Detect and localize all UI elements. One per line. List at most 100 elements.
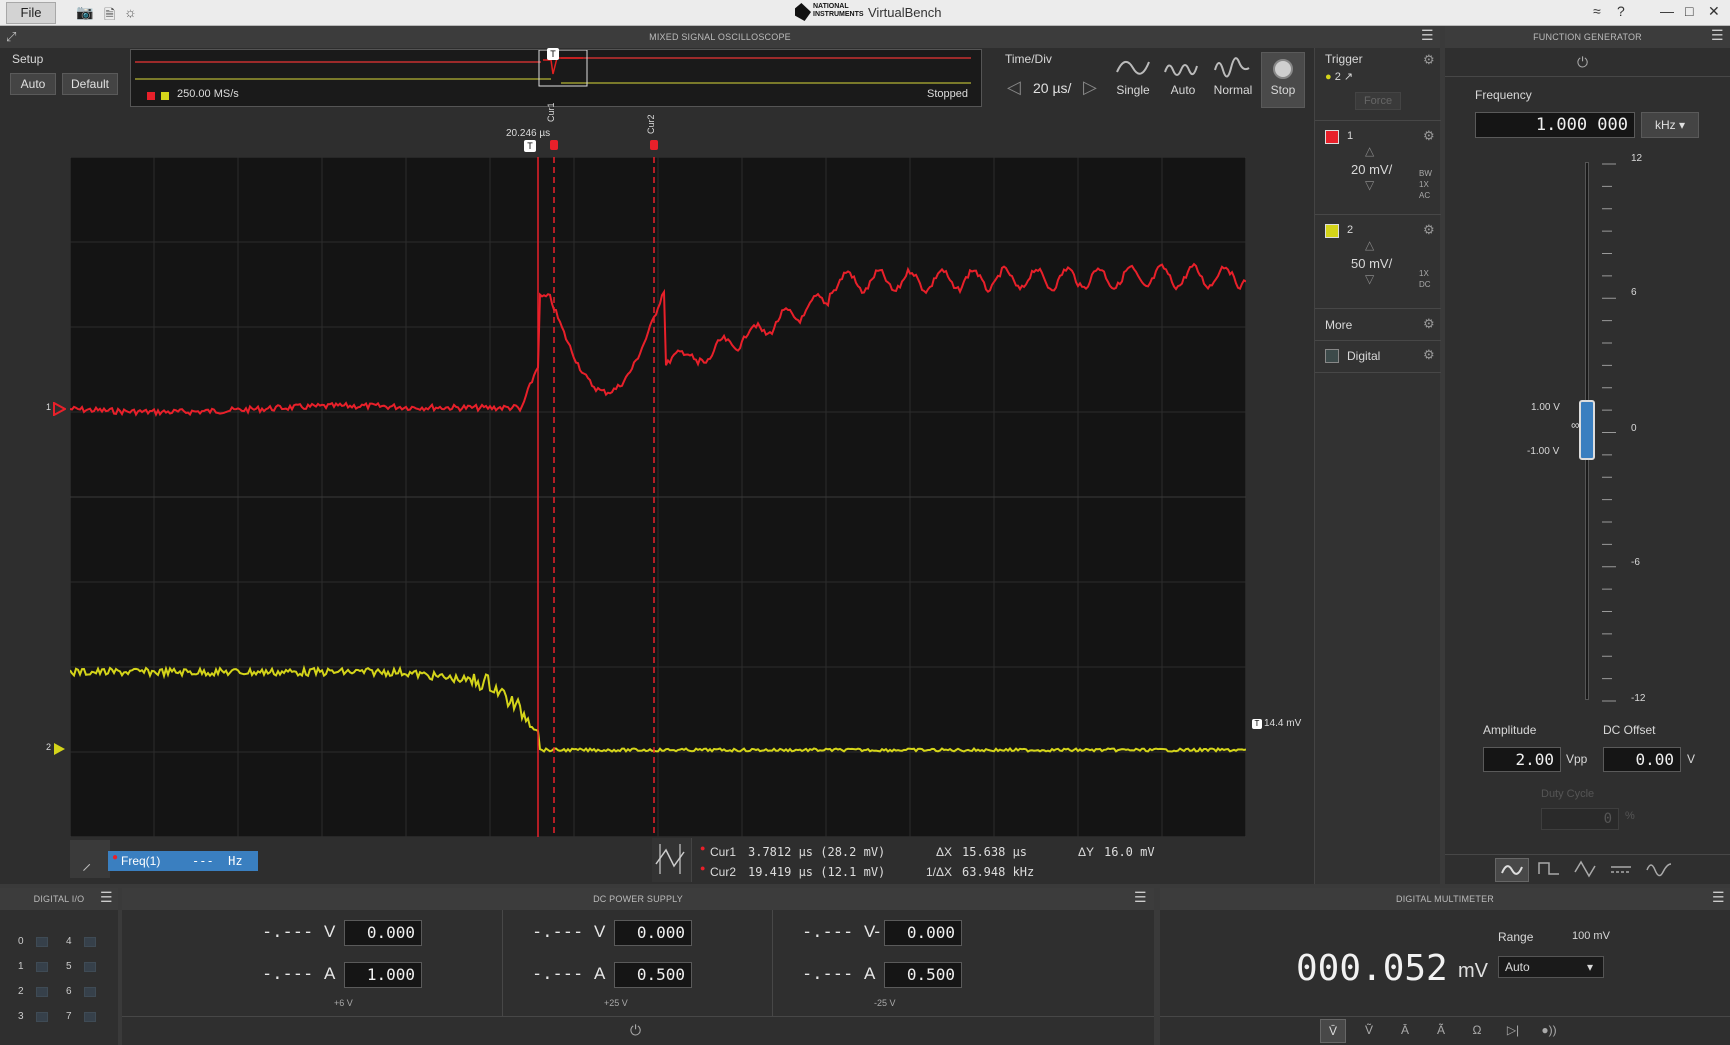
psu-current-limit[interactable]: 0.500 — [884, 962, 962, 988]
frequency-measurement[interactable]: ● Freq(1) --- Hz — [108, 851, 258, 871]
ch2-marker-label: 2 — [46, 742, 52, 752]
acquisition-modes: Single Auto Normal Stop — [1108, 48, 1308, 108]
ch2-scale-down-icon[interactable]: ▽ — [1365, 272, 1374, 286]
help-icon[interactable]: ? — [1617, 3, 1625, 19]
ch2-offset-marker[interactable] — [52, 742, 66, 756]
freq-value: --- Hz — [192, 854, 243, 868]
dc-current-mode-button[interactable]: Ā — [1392, 1019, 1418, 1043]
force-trigger-button[interactable]: Force — [1355, 92, 1401, 110]
dmm-menu-icon[interactable]: ☰ — [1712, 889, 1725, 906]
ch1-scale-up-icon[interactable]: △ — [1365, 144, 1374, 158]
ch1-settings-icon[interactable]: ⚙ — [1423, 128, 1435, 144]
dio-pin-indicator[interactable] — [84, 1012, 96, 1022]
frequency-unit-select[interactable]: kHz ▾ — [1641, 112, 1699, 138]
dc-current-icon: Ā — [1400, 1023, 1409, 1037]
auto-setup-button[interactable]: Auto — [10, 73, 56, 95]
fgen-power-icon[interactable]: ⏻ — [1577, 54, 1588, 71]
trigger-position-icon[interactable]: T — [524, 140, 536, 152]
time-div-increase-icon[interactable]: ▷ — [1083, 77, 1097, 98]
expand-icon[interactable]: ⤢ — [6, 29, 16, 45]
digital-label[interactable]: Digital — [1347, 349, 1380, 363]
dio-pin-indicator[interactable] — [84, 987, 96, 997]
sine-wave-button[interactable] — [1495, 858, 1529, 882]
low-level-label: -1.00 V — [1527, 446, 1560, 457]
ac-voltage-mode-button[interactable]: Ṽ — [1356, 1019, 1382, 1043]
auto-mode-button[interactable]: Auto — [1158, 48, 1208, 106]
fgen-menu-icon[interactable]: ☰ — [1711, 27, 1724, 44]
psu-menu-icon[interactable]: ☰ — [1134, 889, 1147, 906]
dio-pin-indicator[interactable] — [36, 962, 48, 972]
dio-pin-indicator[interactable] — [36, 937, 48, 947]
ch1-scale-down-icon[interactable]: ▽ — [1365, 178, 1374, 192]
dmm-range-select[interactable]: Auto ▾ — [1498, 956, 1604, 978]
file-menu-button[interactable]: File — [6, 2, 56, 24]
psu-current-limit[interactable]: 1.000 — [344, 962, 422, 988]
ac-current-mode-button[interactable]: Ã — [1428, 1019, 1454, 1043]
psu-current-limit[interactable]: 0.500 — [614, 962, 692, 988]
single-mode-button[interactable]: Single — [1108, 48, 1158, 106]
close-icon[interactable]: ✕ — [1708, 3, 1720, 20]
default-setup-button[interactable]: Default — [62, 73, 118, 95]
measurement-ruler-button[interactable]: ⎯ — [70, 840, 110, 878]
trigger-settings-icon[interactable]: ⚙ — [1423, 52, 1435, 68]
more-settings-icon[interactable]: ⚙ — [1423, 316, 1435, 332]
frequency-input[interactable]: 1.000 000 — [1475, 112, 1635, 138]
digital-enable-swatch[interactable] — [1325, 349, 1339, 363]
psu-voltage-setpoint[interactable]: 0.000 — [614, 920, 692, 946]
stop-mode-button[interactable]: Stop — [1261, 52, 1305, 108]
maximize-icon[interactable]: □ — [1685, 3, 1693, 19]
link-icon[interactable]: ∞ — [1571, 418, 1580, 432]
dmm-range-mode: Auto — [1505, 960, 1530, 974]
cursor1-handle[interactable] — [550, 140, 558, 150]
continuity-mode-button[interactable]: ●)) — [1536, 1019, 1562, 1043]
dio-menu-icon[interactable]: ☰ — [100, 889, 113, 906]
overview-strip[interactable]: T 250.00 MS/s Stopped — [130, 48, 982, 107]
dc-voltage-mode-button[interactable]: V̄ — [1320, 1019, 1346, 1043]
wifi-icon[interactable]: ≈ — [1593, 3, 1601, 19]
camera-icon[interactable]: 📷 — [76, 4, 93, 21]
arbitrary-wave-button[interactable] — [1643, 858, 1677, 882]
psu-voltage-setpoint[interactable]: 0.000 — [884, 920, 962, 946]
settings-icon[interactable]: ☼ — [124, 4, 137, 20]
ch2-scale-up-icon[interactable]: △ — [1365, 238, 1374, 252]
cursor-tool-button[interactable] — [652, 838, 692, 882]
trigger-source[interactable]: ● 2 ↗ — [1325, 70, 1353, 83]
dio-pin-indicator[interactable] — [84, 937, 96, 947]
resistance-mode-button[interactable]: Ω — [1464, 1019, 1490, 1043]
amplitude-range-handle[interactable] — [1579, 400, 1595, 460]
digital-settings-icon[interactable]: ⚙ — [1423, 347, 1435, 363]
ch2-settings-icon[interactable]: ⚙ — [1423, 222, 1435, 238]
square-wave-button[interactable] — [1533, 858, 1567, 882]
dc-offset-input[interactable]: 0.00 — [1603, 747, 1681, 772]
dc-wave-button[interactable] — [1605, 858, 1639, 882]
time-div-decrease-icon[interactable]: ◁ — [1007, 77, 1021, 98]
scope-menu-icon[interactable]: ☰ — [1421, 27, 1434, 44]
ch1-enable-swatch[interactable] — [1325, 130, 1339, 144]
time-div-control[interactable]: ◁ 20 µs/ ▷ — [1005, 75, 1101, 103]
amplitude-input[interactable]: 2.00 — [1483, 747, 1561, 772]
trigger-level-icon[interactable]: T — [1252, 719, 1262, 729]
cursor2-handle[interactable] — [650, 140, 658, 150]
psu-rail-label: +6 V — [334, 998, 353, 1008]
overview-trigger-icon: T — [547, 48, 559, 60]
diode-mode-button[interactable]: ▷| — [1500, 1019, 1526, 1043]
cur2-value: 19.419 µs (12.1 mV) — [748, 865, 886, 879]
export-icon[interactable]: 🗎 — [104, 4, 115, 28]
dio-pin-indicator[interactable] — [36, 1012, 48, 1022]
psu-power-icon[interactable]: ⏻ — [630, 1022, 641, 1039]
duty-cycle-input[interactable]: 0 — [1541, 808, 1619, 830]
ch1-offset-marker[interactable] — [52, 402, 66, 416]
cursor1-tag[interactable]: Cur1 — [546, 102, 556, 122]
cursor2-tag[interactable]: Cur2 — [646, 114, 656, 134]
dio-pin-indicator[interactable] — [84, 962, 96, 972]
normal-mode-button[interactable]: Normal — [1208, 48, 1258, 106]
more-label[interactable]: More — [1325, 318, 1352, 332]
dio-pin-indicator[interactable] — [36, 987, 48, 997]
minimize-icon[interactable]: — — [1660, 3, 1674, 19]
scale-tick-6: 6 — [1631, 287, 1637, 298]
triangle-wave-button[interactable] — [1569, 858, 1603, 882]
stop-icon — [1273, 59, 1293, 79]
ch2-enable-swatch[interactable] — [1325, 224, 1339, 238]
scope-graticule[interactable] — [70, 157, 1246, 837]
psu-voltage-setpoint[interactable]: 0.000 — [344, 920, 422, 946]
